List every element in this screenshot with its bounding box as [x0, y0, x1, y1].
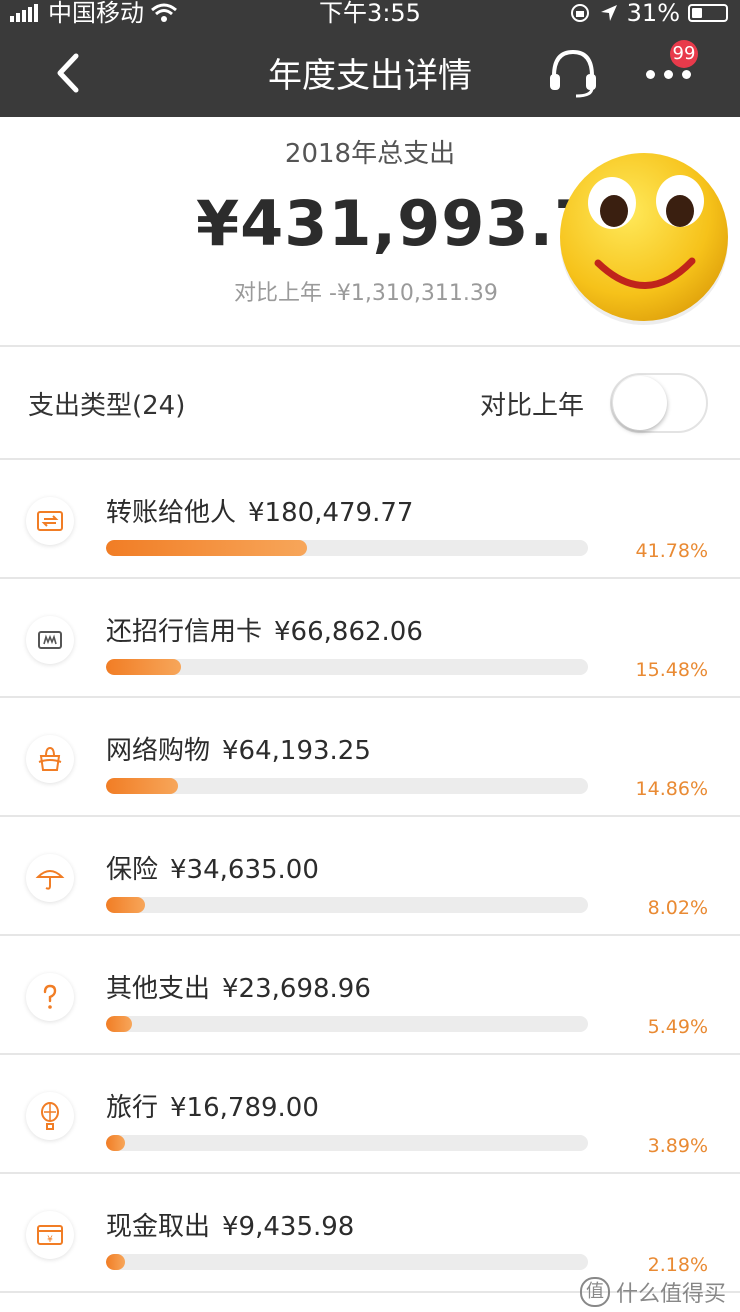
- more-dots-icon: [646, 70, 691, 79]
- expense-progress: [106, 1016, 588, 1032]
- expense-progress-fill: [106, 1254, 126, 1270]
- rotation-lock-icon: [570, 4, 589, 22]
- battery-icon: [688, 4, 728, 22]
- expense-percent: 2.18%: [647, 1254, 708, 1276]
- expense-item-title: 网络购物 ¥64,193.25: [106, 730, 371, 767]
- expense-item[interactable]: 其他支出 ¥23,698.96 5.49%: [0, 936, 740, 1055]
- expense-item[interactable]: 网络购物 ¥64,193.25 14.86%: [0, 698, 740, 817]
- expense-item[interactable]: 转账给他人 ¥180,479.77 41.78%: [0, 460, 740, 579]
- expense-name: 旅行: [106, 1093, 159, 1123]
- location-icon: [600, 5, 617, 21]
- watermark-logo-icon: 值: [579, 1277, 610, 1307]
- more-button[interactable]: 99: [640, 40, 710, 100]
- expense-amount: ¥16,789.00: [170, 1093, 319, 1123]
- compare-toggle[interactable]: [610, 373, 708, 433]
- transfer-icon: [26, 497, 74, 545]
- expense-percent: 15.48%: [635, 659, 708, 681]
- balloon-icon: [26, 1092, 74, 1140]
- expense-progress-fill: [106, 1016, 133, 1032]
- expense-amount: ¥9,435.98: [222, 1212, 355, 1242]
- expense-amount: ¥180,479.77: [248, 498, 414, 528]
- expense-list: 转账给他人 ¥180,479.77 41.78% 还招行信用卡 ¥66,862.06…: [0, 460, 740, 1293]
- expense-percent: 5.49%: [647, 1016, 708, 1038]
- expense-name: 其他支出: [106, 974, 211, 1004]
- watermark-text: 什么值得买: [615, 1282, 726, 1307]
- expense-progress-fill: [106, 1135, 126, 1151]
- expense-progress: [106, 897, 588, 913]
- battery-percent: 31%: [626, 0, 680, 27]
- expense-item[interactable]: 旅行 ¥16,789.00 3.89%: [0, 1055, 740, 1174]
- annual-summary: 2018年总支出 ¥431,993.74 对比上年 -¥1,310,311.39: [0, 117, 740, 347]
- umbrella-icon: [26, 854, 74, 902]
- expense-amount: ¥66,862.06: [274, 617, 423, 647]
- nav-bar: 年度支出详情 99: [0, 26, 740, 117]
- expense-progress-fill: [106, 659, 181, 675]
- expense-item-title: 转账给他人 ¥180,479.77: [106, 492, 413, 529]
- expense-amount: ¥64,193.25: [222, 736, 371, 766]
- expense-name: 现金取出: [106, 1212, 211, 1242]
- expense-name: 还招行信用卡: [106, 617, 263, 647]
- expense-progress: [106, 1135, 588, 1151]
- toggle-knob: [613, 376, 667, 430]
- expense-progress: [106, 1254, 588, 1270]
- expense-percent: 14.86%: [635, 778, 708, 800]
- expense-progress: [106, 540, 588, 556]
- notification-badge: 99: [670, 40, 698, 68]
- expense-item-title: 旅行 ¥16,789.00: [106, 1087, 319, 1124]
- expense-type-label: 支出类型(24): [28, 391, 186, 421]
- expense-item[interactable]: 保险 ¥34,635.00 8.02%: [0, 817, 740, 936]
- expense-progress-fill: [106, 897, 145, 913]
- question-icon: [26, 973, 74, 1021]
- svg-text:¥: ¥: [47, 1235, 53, 1245]
- expense-item-title: 保险 ¥34,635.00: [106, 849, 319, 886]
- expense-percent: 3.89%: [647, 1135, 708, 1157]
- expense-name: 转账给他人: [106, 498, 237, 528]
- status-right: 31%: [569, 0, 728, 26]
- expense-amount: ¥34,635.00: [170, 855, 319, 885]
- expense-progress: [106, 659, 588, 675]
- page-title: 年度支出详情: [268, 56, 472, 96]
- year-compare: 对比上年 -¥1,310,311.39: [234, 281, 498, 306]
- expense-progress-fill: [106, 540, 308, 556]
- expense-name: 保险: [106, 855, 159, 885]
- smiley-emoji-icon: [560, 153, 728, 325]
- expense-name: 网络购物: [106, 736, 211, 766]
- status-bar: 中国移动 下午3:55 31%: [0, 0, 740, 26]
- expense-item-title: 现金取出 ¥9,435.98: [106, 1206, 354, 1243]
- expense-percent: 41.78%: [635, 540, 708, 562]
- compare-toggle-label: 对比上年: [480, 391, 585, 421]
- watermark: 值 什么值得买: [579, 1276, 726, 1308]
- credit-card-icon: [26, 616, 74, 664]
- expense-percent: 8.02%: [647, 897, 708, 919]
- expense-type-header: 支出类型(24) 对比上年: [0, 347, 740, 460]
- expense-progress: [106, 778, 588, 794]
- shopping-bag-icon: [26, 735, 74, 783]
- customer-service-button[interactable]: [546, 44, 600, 100]
- expense-item-title: 还招行信用卡 ¥66,862.06: [106, 611, 423, 648]
- expense-progress-fill: [106, 778, 178, 794]
- app-header: 中国移动 下午3:55 31% 年度支出详情 99: [0, 0, 740, 117]
- expense-item[interactable]: 还招行信用卡 ¥66,862.06 15.48%: [0, 579, 740, 698]
- cash-icon: ¥: [26, 1211, 74, 1259]
- expense-item-title: 其他支出 ¥23,698.96: [106, 968, 371, 1005]
- expense-amount: ¥23,698.96: [222, 974, 371, 1004]
